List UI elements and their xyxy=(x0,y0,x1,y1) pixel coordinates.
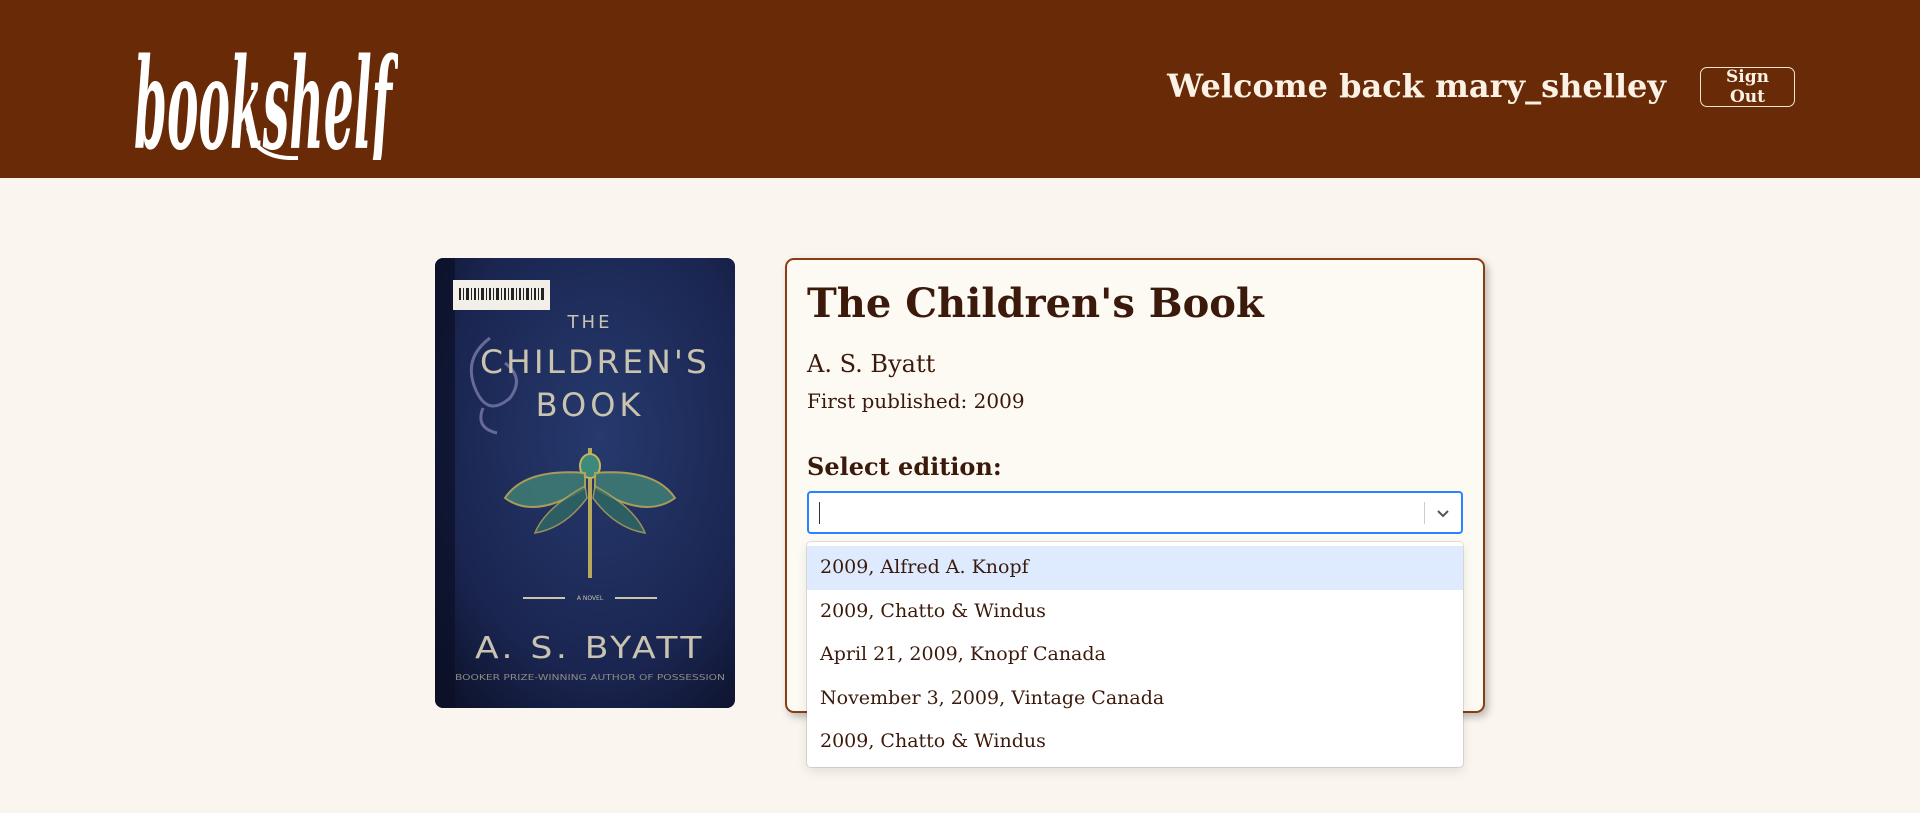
text-cursor xyxy=(819,502,820,524)
bookshelf-logo[interactable]: bookshelf xyxy=(128,10,398,160)
first-published: First published: 2009 xyxy=(807,389,1025,413)
sign-out-button[interactable]: Sign Out xyxy=(1700,67,1795,107)
cover-title-line-3: BOOK xyxy=(536,386,645,424)
book-title: The Children's Book xyxy=(807,280,1264,327)
indicator-separator xyxy=(1424,502,1425,524)
cover-title-line-2: CHILDREN'S xyxy=(480,343,710,381)
cover-author: A. S. BYATT xyxy=(475,631,705,666)
book-author: A. S. Byatt xyxy=(807,350,936,378)
logo-wordmark: bookshelf xyxy=(134,29,398,160)
edition-option[interactable]: 2009, Chatto & Windus xyxy=(807,720,1463,764)
chevron-down-icon[interactable] xyxy=(1433,503,1453,523)
svg-text:A NOVEL: A NOVEL xyxy=(577,595,604,602)
book-cover-image: THE CHILDREN'S BOOK A NOVEL A. S. BYATT … xyxy=(435,258,735,708)
edition-option[interactable]: April 21, 2009, Knopf Canada xyxy=(807,633,1463,677)
site-header: bookshelf Welcome back mary_shelley Sign… xyxy=(0,0,1920,178)
edition-option[interactable]: November 3, 2009, Vintage Canada xyxy=(807,677,1463,721)
edition-select-input[interactable] xyxy=(807,491,1463,534)
cover-tagline: BOOKER PRIZE-WINNING AUTHOR OF POSSESSIO… xyxy=(455,673,725,682)
select-edition-label: Select edition: xyxy=(807,452,1002,481)
welcome-message: Welcome back mary_shelley xyxy=(1167,67,1666,105)
barcode-sticker xyxy=(453,280,550,310)
edition-option[interactable]: 2009, Chatto & Windus xyxy=(807,590,1463,634)
edition-dropdown-menu: 2009, Alfred A. Knopf 2009, Chatto & Win… xyxy=(807,542,1463,767)
edition-option[interactable]: 2009, Alfred A. Knopf xyxy=(807,546,1463,590)
cover-title-line-1: THE xyxy=(567,312,613,333)
